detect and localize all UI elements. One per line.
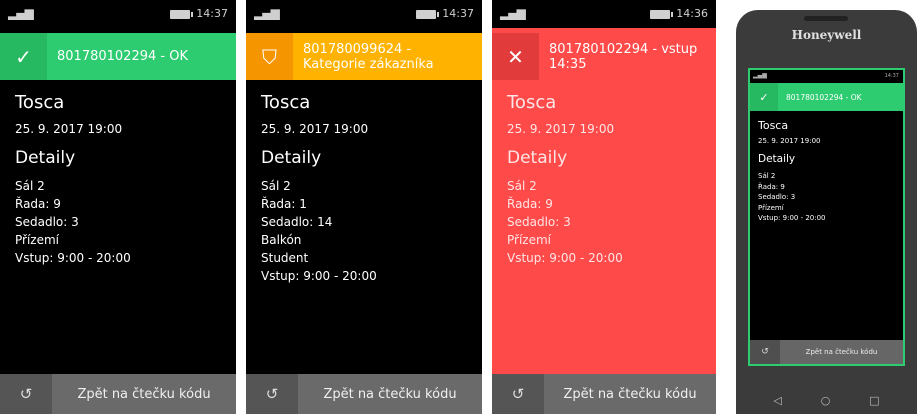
details-heading: Detaily bbox=[507, 148, 568, 168]
nav-back-icon[interactable]: ◁ bbox=[773, 394, 781, 407]
clock: 14:37 bbox=[442, 7, 474, 20]
clock: 14:37 bbox=[196, 7, 228, 20]
header-text: 801780102294 - OK bbox=[57, 49, 188, 64]
event-datetime: 25. 9. 2017 19:00 bbox=[758, 137, 821, 145]
details-heading: Detaily bbox=[15, 148, 76, 168]
detail-line: Vstup: 9:00 - 20:00 bbox=[261, 269, 377, 283]
back-icon: ↺ bbox=[246, 374, 298, 414]
details-heading: Detaily bbox=[758, 153, 796, 165]
detail-line: Vstup: 9:00 - 20:00 bbox=[507, 251, 623, 265]
nav-recents-icon[interactable]: □ bbox=[869, 394, 879, 407]
details-heading: Detaily bbox=[261, 148, 322, 168]
back-icon: ↺ bbox=[0, 374, 52, 414]
detail-line: Balkón bbox=[261, 233, 302, 247]
back-label: Zpět na čtečku kódu bbox=[805, 348, 878, 356]
shield-icon: ⛉ bbox=[246, 33, 293, 80]
battery-icon bbox=[170, 10, 193, 19]
status-bar: ▂▄▆ 14:37 bbox=[0, 0, 236, 28]
brand-logo: Honeywell bbox=[791, 28, 862, 42]
back-icon: ↺ bbox=[750, 340, 780, 364]
event-datetime: 25. 9. 2017 19:00 bbox=[261, 122, 369, 136]
result-header: ✓ 801780102294 - OK bbox=[750, 83, 903, 111]
detail-line: Sál 2 bbox=[15, 179, 45, 193]
back-to-scanner-button[interactable]: ↺ Zpět na čtečku kódu bbox=[492, 374, 716, 414]
result-header: ✓ 801780102294 - OK bbox=[0, 33, 236, 80]
close-icon: ✕ bbox=[492, 33, 539, 80]
clock: 14:37 bbox=[884, 73, 899, 79]
header-text: 801780102294 - OK bbox=[786, 92, 862, 102]
detail-line: Řada: 9 bbox=[507, 197, 553, 211]
details-list: Sál 2 Řada: 9 Sedadlo: 3 Přízemí Vstup: … bbox=[758, 171, 826, 224]
battery-icon bbox=[650, 10, 673, 19]
header-text: 801780099624 - Kategorie zákazníka bbox=[303, 41, 434, 72]
check-icon: ✓ bbox=[0, 33, 47, 80]
ticket-details: Tosca 25. 9. 2017 19:00 Detaily Sál 2 Řa… bbox=[750, 111, 903, 340]
detail-line: Přízemí bbox=[758, 203, 784, 212]
detail-line: Řada: 1 bbox=[261, 197, 307, 211]
detail-line: Řada: 9 bbox=[758, 182, 785, 191]
nav-home-icon[interactable]: ○ bbox=[821, 394, 831, 407]
details-list: Sál 2 Řada: 9 Sedadlo: 3 Přízemí Vstup: … bbox=[15, 177, 131, 267]
event-title: Tosca bbox=[261, 92, 311, 113]
back-to-scanner-button[interactable]: ↺ Zpět na čtečku kódu bbox=[246, 374, 482, 414]
detail-line: Student bbox=[261, 251, 309, 265]
status-bar: ▂▄▆ 14:36 bbox=[492, 0, 716, 28]
device-screen: ▂▄▆ 14:37 ✓ 801780102294 - OK Tosca 25. … bbox=[748, 68, 905, 366]
signal-icon: ▂▄▆ bbox=[500, 6, 526, 20]
header-text: 801780102294 - vstup 14:35 bbox=[549, 41, 698, 72]
event-datetime: 25. 9. 2017 19:00 bbox=[507, 122, 615, 136]
detail-line: Sál 2 bbox=[507, 179, 537, 193]
check-icon: ✓ bbox=[750, 83, 778, 111]
detail-line: Sedadlo: 3 bbox=[15, 215, 79, 229]
back-label: Zpět na čtečku kódu bbox=[77, 386, 211, 402]
signal-icon: ▂▄▆ bbox=[254, 6, 280, 20]
back-to-scanner-button[interactable]: ↺ Zpět na čtečku kódu bbox=[750, 340, 903, 364]
ticket-details: Tosca 25. 9. 2017 19:00 Detaily Sál 2 Řa… bbox=[246, 80, 482, 374]
speaker-grille bbox=[804, 16, 848, 21]
detail-line: Sál 2 bbox=[758, 172, 776, 180]
honeywell-device: Honeywell ▂▄▆ 14:37 ✓ 801780102294 - OK … bbox=[736, 10, 917, 414]
signal-icon: ▂▄▆ bbox=[753, 72, 767, 79]
result-header: ✕ 801780102294 - vstup 14:35 bbox=[492, 33, 716, 80]
detail-line: Sedadlo: 3 bbox=[758, 193, 796, 201]
status-bar: ▂▄▆ 14:37 bbox=[246, 0, 482, 28]
event-title: Tosca bbox=[15, 92, 65, 113]
detail-line: Vstup: 9:00 - 20:00 bbox=[15, 251, 131, 265]
detail-line: Sál 2 bbox=[261, 179, 291, 193]
screen-rejected: ▂▄▆ 14:36 ✕ 801780102294 - vstup 14:35 T… bbox=[492, 0, 716, 414]
event-title: Tosca bbox=[507, 92, 557, 113]
status-bar: ▂▄▆ 14:37 bbox=[750, 70, 903, 82]
detail-line: Vstup: 9:00 - 20:00 bbox=[758, 214, 826, 222]
detail-line: Přízemí bbox=[15, 233, 59, 247]
detail-line: Řada: 9 bbox=[15, 197, 61, 211]
screen-category: ▂▄▆ 14:37 ⛉ 801780099624 - Kategorie zák… bbox=[246, 0, 482, 414]
event-title: Tosca bbox=[758, 119, 789, 132]
detail-line: Sedadlo: 14 bbox=[261, 215, 333, 229]
battery-icon bbox=[416, 10, 439, 19]
screen-ok: ▂▄▆ 14:37 ✓ 801780102294 - OK Tosca 25. … bbox=[0, 0, 236, 414]
back-label: Zpět na čtečku kódu bbox=[563, 386, 697, 402]
ticket-details: Tosca 25. 9. 2017 19:00 Detaily Sál 2 Řa… bbox=[0, 80, 236, 374]
ticket-details: Tosca 25. 9. 2017 19:00 Detaily Sál 2 Řa… bbox=[492, 80, 716, 374]
detail-line: Přízemí bbox=[507, 233, 551, 247]
android-nav-bar: ◁ ○ □ bbox=[754, 390, 899, 410]
event-datetime: 25. 9. 2017 19:00 bbox=[15, 122, 123, 136]
back-icon: ↺ bbox=[492, 374, 544, 414]
detail-line: Sedadlo: 3 bbox=[507, 215, 571, 229]
result-header: ⛉ 801780099624 - Kategorie zákazníka bbox=[246, 33, 482, 80]
clock: 14:36 bbox=[676, 7, 708, 20]
details-list: Sál 2 Řada: 1 Sedadlo: 14 Balkón Student… bbox=[261, 177, 377, 285]
back-to-scanner-button[interactable]: ↺ Zpět na čtečku kódu bbox=[0, 374, 236, 414]
back-label: Zpět na čtečku kódu bbox=[323, 386, 457, 402]
signal-icon: ▂▄▆ bbox=[8, 6, 34, 20]
details-list: Sál 2 Řada: 9 Sedadlo: 3 Přízemí Vstup: … bbox=[507, 177, 623, 267]
